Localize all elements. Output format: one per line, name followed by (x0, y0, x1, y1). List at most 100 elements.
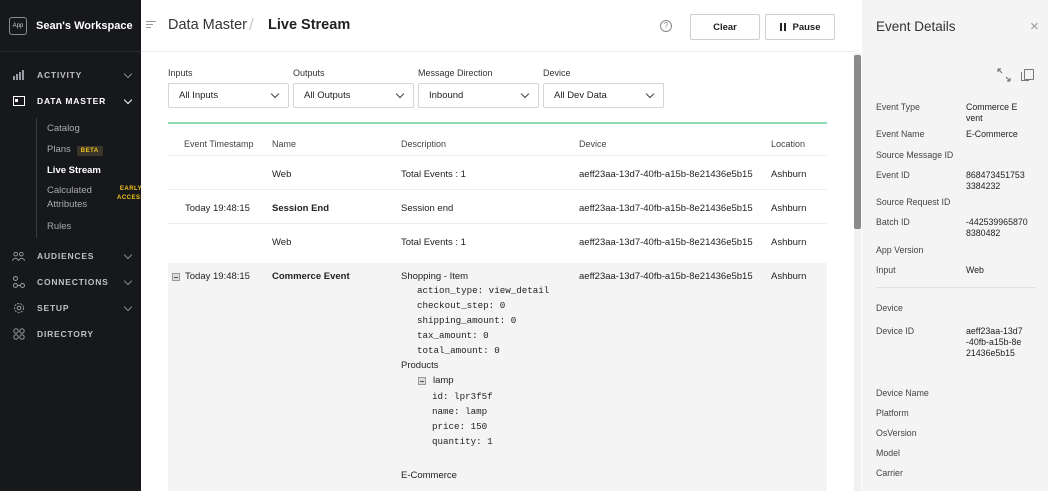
help-icon[interactable]: ? (660, 20, 672, 32)
subnav-plans[interactable]: Plans BETA (47, 144, 103, 156)
collapse-product-icon[interactable] (418, 377, 426, 385)
filter-label: Message Direction (418, 68, 493, 78)
filter-label: Device (543, 68, 571, 78)
chevron-down-icon (123, 250, 133, 260)
detail-key: Model (876, 448, 900, 458)
expand-icon[interactable] (997, 68, 1011, 82)
chevron-down-icon (270, 89, 280, 99)
nav-label: ACTIVITY (37, 70, 83, 80)
nav-label: AUDIENCES (37, 251, 95, 261)
page-title: Live Stream (268, 17, 351, 33)
app-icon: App (9, 16, 27, 35)
col-header-description: Description (401, 139, 447, 149)
filter-outputs: Outputs All Outputs (293, 68, 414, 108)
chevron-down-icon (123, 95, 133, 105)
connections-icon (12, 276, 25, 289)
select-value: All Dev Data (554, 90, 607, 101)
detail-value: Web (966, 265, 984, 275)
collapse-icon[interactable] (172, 273, 180, 281)
nav-item-data-master[interactable]: DATA MASTER (0, 90, 141, 112)
detail-key: Event ID (876, 170, 910, 180)
copy-icon[interactable] (1021, 69, 1034, 81)
product-attribute: quantity: 1 (432, 436, 493, 447)
detail-value: aeff23aa-13d7-40fb-a15b-8e21436e5b15 (966, 326, 1023, 358)
event-attribute: shipping_amount: 0 (417, 315, 517, 326)
pause-icon (779, 23, 786, 31)
divider (876, 287, 1036, 288)
event-footer-label: E-Commerce (401, 470, 457, 481)
event-attribute: action_type: view_detail (417, 285, 550, 296)
col-header-timestamp: Event Timestamp (184, 139, 254, 149)
bar-chart-icon (12, 69, 25, 82)
pause-button[interactable]: Pause (765, 14, 835, 40)
detail-key: Platform (876, 408, 909, 418)
gear-icon (12, 302, 25, 315)
expanded-row[interactable] (168, 263, 827, 491)
message-direction-select[interactable]: Inbound (418, 83, 539, 108)
chevron-down-icon (123, 276, 133, 286)
subnav-label: Plans (47, 144, 71, 155)
chevron-down-icon (395, 89, 405, 99)
beta-badge: BETA (76, 146, 103, 156)
filter-label: Inputs (168, 68, 193, 78)
detail-key: Carrier (876, 468, 903, 478)
nav-label: DATA MASTER (37, 96, 107, 106)
select-value: Inbound (429, 90, 464, 101)
workspace-name: Sean's Workspace (36, 19, 133, 32)
nav-item-activity[interactable]: ACTIVITY (0, 64, 141, 86)
subnav-live-stream[interactable]: Live Stream (47, 165, 101, 176)
detail-key: App Version (876, 245, 924, 255)
cell-device: aeff23aa-13d7-40fb-a15b-8e21436e5b15 (579, 237, 753, 248)
cell-location: Ashburn (771, 203, 807, 214)
section-heading: Device (876, 303, 903, 313)
clear-button[interactable]: Clear (690, 14, 760, 40)
cell-device: aeff23aa-13d7-40fb-a15b-8e21436e5b15 (579, 169, 753, 180)
close-icon[interactable]: × (1030, 18, 1039, 35)
subnav-rules[interactable]: Rules (47, 221, 71, 232)
cell-device: aeff23aa-13d7-40fb-a15b-8e21436e5b15 (579, 203, 753, 214)
detail-key: OsVersion (876, 428, 917, 438)
breadcrumb-data-master[interactable]: Data Master (168, 17, 247, 33)
divider (168, 223, 827, 224)
col-header-device: Device (579, 139, 607, 149)
cell-location: Ashburn (771, 169, 807, 180)
event-attribute: checkout_step: 0 (417, 300, 506, 311)
nav-label: CONNECTIONS (37, 277, 109, 287)
cell-location: Ashburn (771, 271, 807, 282)
detail-key: Batch ID (876, 217, 910, 227)
panel-title: Event Details (876, 19, 956, 34)
outputs-select[interactable]: All Outputs (293, 83, 414, 108)
event-attribute: total_amount: 0 (417, 345, 500, 356)
menu-toggle-icon[interactable] (146, 21, 156, 30)
subnav-catalog[interactable]: Catalog (47, 123, 80, 134)
subnav-calculated-attributes[interactable]: Calculated Attributes EARLY ACCESS (47, 185, 145, 211)
page-header: Data Master / Live Stream ? Clear Pause (141, 0, 855, 52)
nav-item-audiences[interactable]: AUDIENCES (0, 245, 141, 267)
chevron-down-icon (123, 69, 133, 79)
detail-key: Device ID (876, 326, 915, 336)
scrollbar-thumb[interactable] (854, 55, 861, 229)
event-details-panel: Event Details × Event Type Commerce Even… (862, 0, 1048, 491)
device-select[interactable]: All Dev Data (543, 83, 664, 108)
nav-item-setup[interactable]: SETUP (0, 297, 141, 319)
cell-description: Session end (401, 203, 454, 214)
nav-item-connections[interactable]: CONNECTIONS (0, 271, 141, 293)
detail-key: Event Name (876, 129, 925, 139)
stream-status-line (168, 122, 827, 124)
chevron-down-icon (123, 302, 133, 312)
filter-device: Device All Dev Data (543, 68, 664, 108)
cell-name: Session End (272, 203, 330, 214)
detail-key: Source Request ID (876, 197, 951, 207)
inputs-select[interactable]: All Inputs (168, 83, 289, 108)
cell-timestamp: Today 19:48:15 (185, 271, 250, 282)
products-label: Products (401, 360, 439, 371)
product-attribute: name: lamp (432, 406, 488, 417)
nav-item-directory[interactable]: DIRECTORY (0, 323, 141, 345)
cell-description: Total Events : 1 (401, 169, 466, 180)
detail-value: E-Commerce (966, 129, 1018, 139)
cell-timestamp: Today 19:48:15 (185, 203, 250, 214)
data-master-subnav: Catalog Plans BETA Live Stream Calculated… (36, 118, 145, 238)
col-header-name: Name (272, 139, 297, 149)
filter-message-direction: Message Direction Inbound (418, 68, 539, 108)
workspace-switcher[interactable]: App Sean's Workspace (0, 0, 141, 52)
